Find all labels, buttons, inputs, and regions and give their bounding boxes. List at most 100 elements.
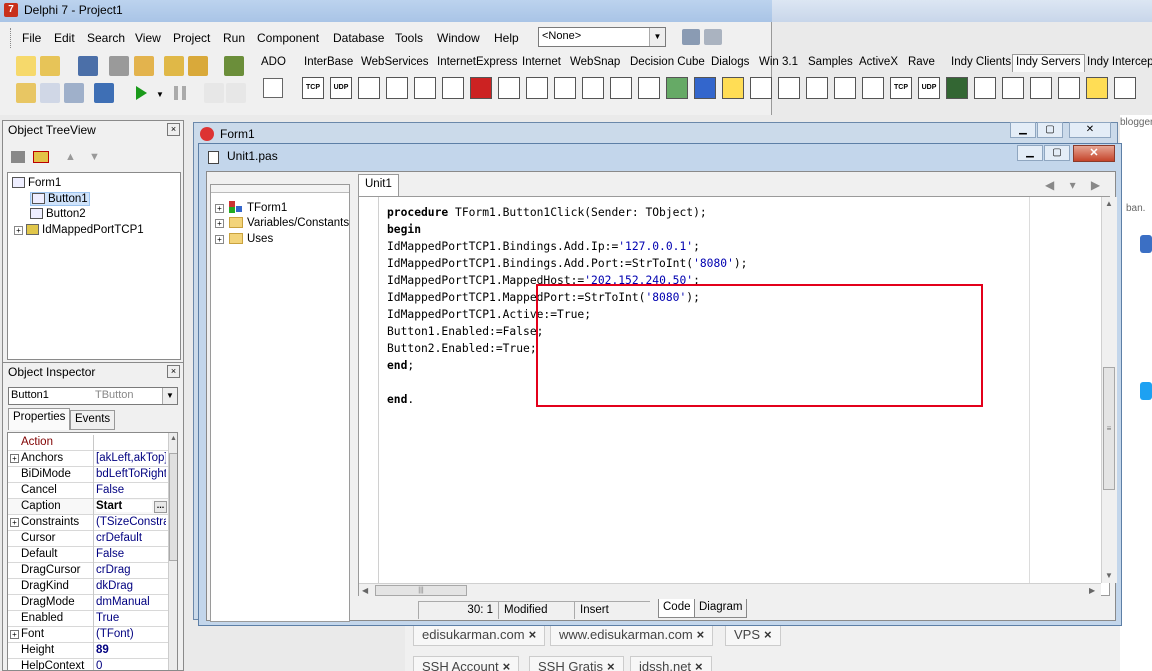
palette-component-icon[interactable] [442, 77, 464, 99]
open-project-icon[interactable] [134, 56, 154, 76]
maximize-button[interactable]: ▢ [1037, 122, 1063, 138]
palette-component-icon[interactable] [386, 77, 408, 99]
palette-component-icon[interactable] [1086, 77, 1108, 99]
explorer-node-uses[interactable]: + Uses [215, 233, 273, 245]
property-row[interactable]: Cursor crDefault [8, 531, 168, 547]
udp-server-icon[interactable]: UDP [918, 77, 940, 99]
tag-chip[interactable]: www.edisukarman.com × [550, 624, 714, 646]
palette-component-icon[interactable] [1058, 77, 1080, 99]
palette-component-icon[interactable] [638, 77, 660, 99]
palette-tab-indy-clients[interactable]: Indy Clients [948, 56, 1014, 68]
view-unit-icon[interactable] [16, 83, 36, 103]
menu-run[interactable]: Run [223, 31, 245, 45]
caption-value-input[interactable]: Start [96, 500, 152, 512]
palette-component-icon[interactable] [1114, 77, 1136, 99]
property-row[interactable]: Cancel False [8, 483, 168, 499]
property-row[interactable]: DragCursor crDrag [8, 563, 168, 579]
palette-tab-interbase[interactable]: InterBase [301, 56, 356, 68]
new-icon[interactable] [16, 56, 36, 76]
help-icon[interactable] [224, 56, 244, 76]
save-all-icon[interactable] [109, 56, 129, 76]
run-icon[interactable] [136, 86, 147, 100]
palette-tab-websnap[interactable]: WebSnap [567, 56, 623, 68]
palette-component-icon[interactable] [498, 77, 520, 99]
expand-icon[interactable]: + [215, 204, 224, 213]
tree-node-form1[interactable]: Form1 [12, 177, 61, 189]
scroll-thumb[interactable]: ≡ [1103, 367, 1115, 490]
palette-component-icon[interactable] [582, 77, 604, 99]
expand-icon[interactable]: + [10, 518, 19, 527]
menu-file[interactable]: File [22, 31, 41, 45]
property-row[interactable]: Default False [8, 547, 168, 563]
expand-icon[interactable]: + [10, 454, 19, 463]
open-icon[interactable] [40, 56, 60, 76]
palette-tab-samples[interactable]: Samples [805, 56, 856, 68]
step-over-icon[interactable] [226, 83, 246, 103]
scroll-right-icon[interactable]: ▶ [1089, 586, 1095, 595]
tab-events[interactable]: Events [70, 410, 116, 430]
scroll-thumb[interactable] [169, 453, 177, 561]
view-form-icon[interactable] [40, 83, 60, 103]
minimize-button[interactable]: ▁ [1017, 145, 1043, 161]
tree-node-button2[interactable]: Button2 [30, 208, 86, 220]
palette-tab-activex[interactable]: ActiveX [856, 56, 901, 68]
object-selector[interactable]: Button1 TButton ▼ [8, 387, 178, 405]
trace-into-icon[interactable] [204, 83, 224, 103]
tag-chip[interactable]: SSH Gratis × [529, 656, 624, 671]
add-file-icon[interactable] [164, 56, 184, 76]
property-row[interactable]: Height 89 [8, 643, 168, 659]
palette-component-icon[interactable] [666, 77, 688, 99]
tree-node-button1[interactable]: Button1 [30, 192, 90, 206]
palette-tab-rave[interactable]: Rave [905, 56, 938, 68]
palette-tab-indy-servers[interactable]: Indy Servers [1012, 54, 1085, 72]
palette-component-icon[interactable] [722, 77, 744, 99]
palette-component-icon[interactable] [862, 77, 884, 99]
tab-diagram[interactable]: Diagram [694, 599, 748, 618]
tag-chip[interactable]: idssh.net × [630, 656, 712, 671]
tree-node-idmappedporttcp1[interactable]: + IdMappedPortTCP1 [14, 224, 144, 236]
palette-component-icon[interactable] [834, 77, 856, 99]
palette-tab-internetexpress[interactable]: InternetExpress [434, 56, 521, 68]
palette-component-icon[interactable] [554, 77, 576, 99]
property-row-selected[interactable]: Caption Start... [8, 499, 168, 515]
palette-tab-ado[interactable]: ADO [258, 56, 289, 68]
close-icon[interactable]: × [167, 123, 180, 136]
property-row[interactable]: +Constraints(TSizeConstraints) [8, 515, 168, 531]
property-row[interactable]: BiDiMode bdLeftToRight [8, 467, 168, 483]
palette-tab-dialogs[interactable]: Dialogs [708, 56, 752, 68]
pause-icon[interactable] [174, 86, 186, 100]
palette-component-icon[interactable] [946, 77, 968, 99]
palette-component-icon[interactable] [610, 77, 632, 99]
scroll-up-icon[interactable]: ▲ [170, 435, 177, 442]
tab-properties[interactable]: Properties [8, 408, 71, 430]
tag-chip[interactable]: edisukarman.com × [413, 624, 546, 646]
close-button[interactable]: ✕ [1069, 122, 1111, 138]
expand-icon[interactable]: + [215, 235, 224, 244]
expand-icon[interactable]: + [215, 219, 224, 228]
tag-chip[interactable]: VPS × [725, 624, 781, 646]
menu-search[interactable]: Search [87, 31, 125, 45]
menu-project[interactable]: Project [173, 31, 210, 45]
explorer-node-variables[interactable]: + Variables/Constants [215, 217, 349, 229]
property-row[interactable]: Enabled True [8, 611, 168, 627]
property-row[interactable]: Action [8, 435, 168, 451]
palette-component-icon[interactable] [414, 77, 436, 99]
tcp-server-icon[interactable]: TCP [890, 77, 912, 99]
tcp-server-icon[interactable]: TCP [302, 77, 324, 99]
tag-chip[interactable]: SSH Account × [413, 656, 520, 671]
palette-component-icon[interactable] [694, 77, 716, 99]
scroll-up-icon[interactable]: ▲ [1105, 199, 1113, 208]
menu-window[interactable]: Window [437, 31, 480, 45]
arrow-down-icon[interactable]: ▼ [89, 151, 100, 163]
palette-component-icon[interactable] [750, 77, 772, 99]
save-icon[interactable] [78, 56, 98, 76]
palette-component-icon[interactable] [358, 77, 380, 99]
menu-edit[interactable]: Edit [54, 31, 75, 45]
scroll-down-icon[interactable]: ▼ [1105, 571, 1113, 580]
menu-tools[interactable]: Tools [395, 31, 423, 45]
menu-database[interactable]: Database [333, 31, 384, 45]
minimize-button[interactable]: ▁ [1010, 122, 1036, 138]
property-row[interactable]: + Anchors [akLeft,akTop] [8, 451, 168, 467]
palette-component-icon[interactable] [1030, 77, 1052, 99]
tree-toolbar-icon[interactable] [11, 151, 25, 163]
